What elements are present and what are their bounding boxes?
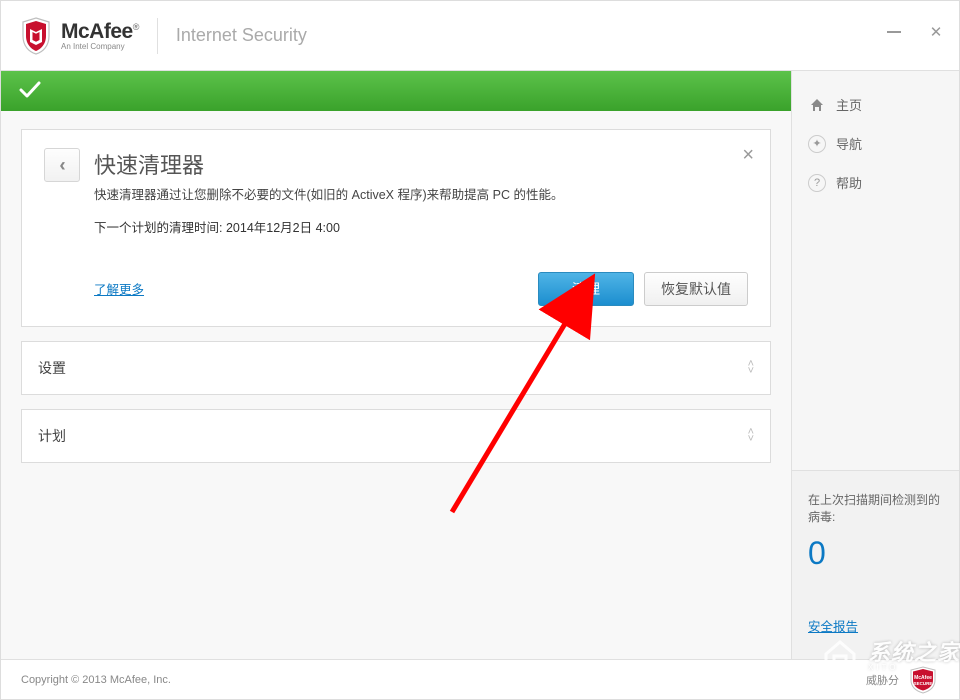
settings-accordion[interactable]: 设置 ˄˅ bbox=[21, 341, 771, 395]
nav-home-label: 主页 bbox=[836, 95, 862, 114]
card-description: 快速清理器通过让您删除不必要的文件(如旧的 ActiveX 程序)来帮助提高 P… bbox=[94, 186, 748, 205]
check-icon bbox=[17, 78, 41, 105]
quickclean-card: × ‹‹ 快速清理器 快速清理器通过让您删除不必要的文件(如旧的 ActiveX… bbox=[21, 129, 771, 327]
title-bar: McAfee® An Intel Company Internet Securi… bbox=[1, 1, 959, 71]
nav-navigation-label: 导航 bbox=[836, 134, 862, 153]
plan-accordion-label: 计划 bbox=[38, 426, 66, 446]
main-content: × ‹‹ 快速清理器 快速清理器通过让您删除不必要的文件(如旧的 ActiveX… bbox=[1, 111, 791, 659]
schedule-label: 下一个计划的清理时间: bbox=[94, 221, 222, 235]
sidebar: 主页 ✦ 导航 ? 帮助 在上次扫描期间检测到的病毒: 0 安全报告 bbox=[791, 71, 959, 659]
copyright-text: Copyright © 2013 McAfee, Inc. bbox=[21, 674, 171, 686]
card-title: 快速清理器 bbox=[94, 148, 748, 180]
footer-bar: Copyright © 2013 McAfee, Inc. 威胁分 McAfee… bbox=[1, 659, 959, 699]
mcafee-secure-badge-icon: McAfee SECURE bbox=[907, 666, 939, 694]
card-schedule: 下一个计划的清理时间: 2014年12月2日 4:00 bbox=[94, 217, 748, 236]
brand-lockup: McAfee® An Intel Company bbox=[19, 16, 139, 56]
header-divider bbox=[157, 18, 158, 54]
learn-more-link[interactable]: 了解更多 bbox=[94, 279, 144, 298]
nav-navigation[interactable]: ✦ 导航 bbox=[802, 124, 949, 163]
mcafee-shield-icon bbox=[19, 16, 53, 56]
chevron-updown-icon: ˄˅ bbox=[748, 429, 754, 443]
app-window: McAfee® An Intel Company Internet Securi… bbox=[0, 0, 960, 700]
back-button[interactable]: ‹‹ bbox=[44, 148, 80, 182]
security-report-link[interactable]: 安全报告 bbox=[808, 616, 943, 635]
help-icon: ? bbox=[808, 174, 826, 192]
window-controls bbox=[885, 23, 945, 41]
close-card-button[interactable]: × bbox=[742, 144, 754, 167]
sidebar-nav: 主页 ✦ 导航 ? 帮助 bbox=[792, 71, 959, 216]
body: × ‹‹ 快速清理器 快速清理器通过让您删除不必要的文件(如旧的 ActiveX… bbox=[1, 71, 959, 659]
brand-registered: ® bbox=[133, 22, 139, 32]
nav-help-label: 帮助 bbox=[836, 173, 862, 192]
settings-accordion-label: 设置 bbox=[38, 358, 66, 378]
threat-text: 威胁分 bbox=[866, 672, 899, 688]
brand-text: McAfee® An Intel Company bbox=[61, 20, 139, 51]
product-name: Internet Security bbox=[176, 25, 307, 46]
chevron-updown-icon: ˄˅ bbox=[748, 361, 754, 375]
close-window-button[interactable] bbox=[927, 23, 945, 41]
nav-help[interactable]: ? 帮助 bbox=[802, 163, 949, 202]
main-column: × ‹‹ 快速清理器 快速清理器通过让您删除不必要的文件(如旧的 ActiveX… bbox=[1, 71, 791, 659]
scan-summary-panel: 在上次扫描期间检测到的病毒: 0 安全报告 bbox=[792, 470, 959, 659]
clean-button[interactable]: 清理 bbox=[538, 272, 634, 306]
minimize-button[interactable] bbox=[885, 23, 903, 41]
home-icon bbox=[808, 96, 826, 114]
virus-count: 0 bbox=[808, 535, 943, 572]
nav-home[interactable]: 主页 bbox=[802, 85, 949, 124]
status-bar bbox=[1, 71, 791, 111]
svg-text:SECURE: SECURE bbox=[914, 681, 933, 686]
schedule-value: 2014年12月2日 4:00 bbox=[226, 221, 340, 235]
compass-icon: ✦ bbox=[808, 135, 826, 153]
scan-summary-label: 在上次扫描期间检测到的病毒: bbox=[808, 491, 943, 525]
plan-accordion[interactable]: 计划 ˄˅ bbox=[21, 409, 771, 463]
brand-name: McAfee bbox=[61, 20, 133, 43]
restore-defaults-button[interactable]: 恢复默认值 bbox=[644, 272, 748, 306]
